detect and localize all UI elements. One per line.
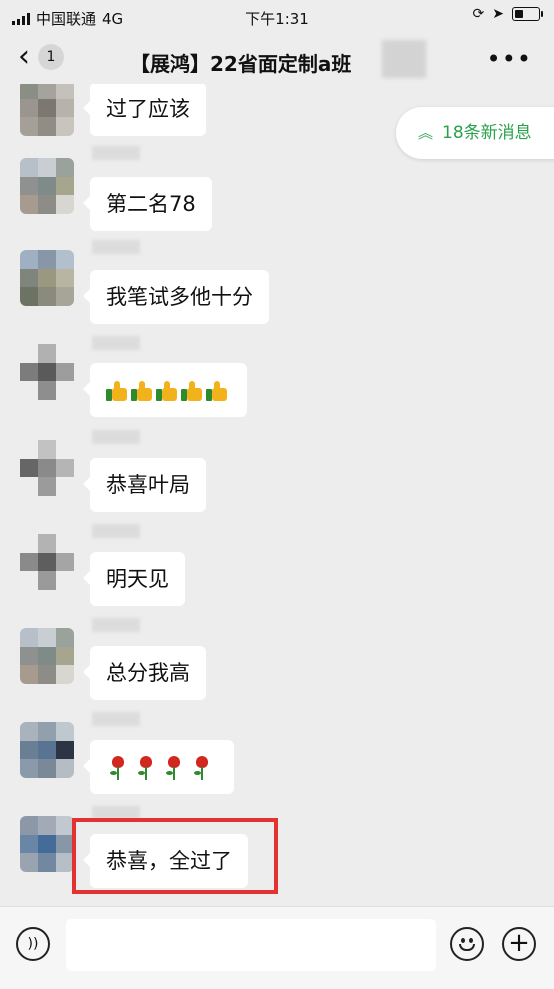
message-bubble[interactable] xyxy=(83,363,247,417)
avatar[interactable] xyxy=(20,84,74,136)
more-actions-button[interactable]: + xyxy=(502,927,536,961)
plus-icon: + xyxy=(508,928,530,958)
avatar[interactable] xyxy=(20,534,74,590)
rose-icon xyxy=(134,755,158,781)
sender-name-redacted xyxy=(92,430,140,444)
rose-icon xyxy=(106,755,130,781)
avatar[interactable] xyxy=(20,344,74,400)
voice-icon: )) xyxy=(27,936,39,952)
voice-input-button[interactable]: )) xyxy=(16,927,50,961)
status-bar: 中国联通 4G 下午1:31 ⟳ ➤ xyxy=(0,0,554,36)
message-bubble[interactable]: 过了应该 xyxy=(83,84,206,136)
message-list[interactable]: 过了应该 第二名78 我笔试多他十分 恭喜叶局 明天见 总分我高 恭喜，全过了 xyxy=(0,84,554,906)
thumbs-up-icon xyxy=(181,380,203,402)
input-bar: )) + xyxy=(0,906,554,989)
sender-name-redacted xyxy=(92,336,140,350)
avatar[interactable] xyxy=(20,250,74,306)
message-bubble[interactable]: 恭喜叶局 xyxy=(83,458,206,512)
avatar[interactable] xyxy=(20,722,74,778)
avatar[interactable] xyxy=(20,158,74,214)
sender-name-redacted xyxy=(92,524,140,538)
emoji-button[interactable] xyxy=(450,927,484,961)
back-button[interactable]: ‹ 1 xyxy=(18,42,64,72)
highlight-box xyxy=(72,818,278,894)
message-bubble[interactable]: 第二名78 xyxy=(83,177,212,231)
thumbs-up-icon xyxy=(106,380,128,402)
avatar[interactable] xyxy=(20,816,74,872)
rose-icon xyxy=(162,755,186,781)
new-messages-button[interactable]: ︽ 18条新消息 xyxy=(396,107,554,159)
double-chevron-up-icon: ︽ xyxy=(418,124,434,142)
sender-name-redacted xyxy=(92,618,140,632)
chat-header: ‹ 1 【展鸿】22省面定制a班 ••• xyxy=(0,36,554,84)
unread-count-badge: 1 xyxy=(38,44,64,70)
rotation-lock-icon: ⟳ xyxy=(472,6,485,22)
battery-icon xyxy=(512,7,543,21)
sender-name-redacted xyxy=(92,240,140,254)
message-bubble[interactable]: 我笔试多他十分 xyxy=(83,270,269,324)
status-time: 下午1:31 xyxy=(245,10,309,28)
message-input[interactable] xyxy=(66,919,436,971)
more-options-button[interactable]: ••• xyxy=(487,45,532,73)
message-bubble[interactable] xyxy=(83,740,234,794)
avatar[interactable] xyxy=(20,440,74,496)
sender-name-redacted xyxy=(92,146,140,160)
rose-icon xyxy=(190,755,214,781)
message-bubble[interactable]: 明天见 xyxy=(83,552,185,606)
sender-name-redacted xyxy=(92,712,140,726)
thumbs-up-icon xyxy=(131,380,153,402)
thumbs-up-icon xyxy=(206,380,228,402)
message-bubble[interactable]: 总分我高 xyxy=(83,646,206,700)
chevron-left-icon: ‹ xyxy=(18,39,30,74)
location-icon: ➤ xyxy=(492,6,504,22)
new-messages-label: 18条新消息 xyxy=(442,123,532,143)
thumbs-up-icon xyxy=(156,380,178,402)
title-redaction xyxy=(382,40,426,78)
chat-title: 【展鸿】22省面定制a班 xyxy=(130,52,352,76)
avatar[interactable] xyxy=(20,628,74,684)
